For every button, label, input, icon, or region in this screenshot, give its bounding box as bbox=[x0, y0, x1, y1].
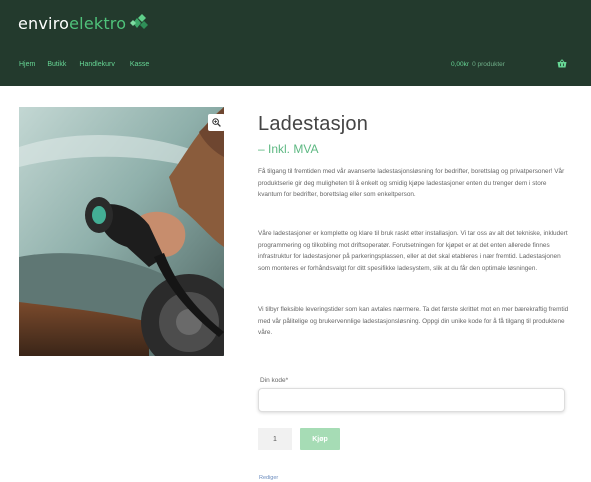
brand-logo[interactable]: enviro elektro bbox=[18, 12, 149, 34]
nav-item-hjem[interactable]: Hjem bbox=[19, 61, 35, 68]
zoom-button[interactable] bbox=[208, 114, 225, 131]
ev-charging-photo bbox=[19, 107, 224, 356]
code-field-label: Din kode* bbox=[260, 377, 289, 384]
quantity-input[interactable]: 1 bbox=[258, 428, 292, 450]
zoom-in-icon bbox=[212, 118, 221, 127]
code-input[interactable] bbox=[258, 388, 565, 412]
product-title: Ladestasjon bbox=[258, 113, 369, 135]
product-description-1: Få tilgang til fremtiden med vår avanser… bbox=[258, 168, 565, 198]
cart-summary[interactable]: 0,00kr 0 produkter bbox=[451, 61, 505, 68]
product-image[interactable] bbox=[19, 107, 224, 356]
product-description-2: Våre ladestasjoner er komplette og klare… bbox=[258, 230, 568, 272]
edit-link[interactable]: Rediger bbox=[259, 475, 278, 481]
brand-name-part2: elektro bbox=[69, 13, 127, 33]
basket-icon[interactable] bbox=[557, 59, 567, 68]
main-nav: Hjem Butikk Handlekurv Kasse bbox=[19, 61, 161, 68]
nav-item-handlekurv[interactable]: Handlekurv bbox=[79, 61, 114, 68]
brand-name-part1: enviro bbox=[18, 13, 70, 33]
cart-total-amount: 0,00kr bbox=[451, 61, 470, 68]
nav-item-kasse[interactable]: Kasse bbox=[130, 61, 149, 68]
product-price: – Inkl. MVA bbox=[258, 142, 319, 156]
product-description-3: Vi tilbyr fleksible leveringstider som k… bbox=[258, 306, 569, 336]
site-header: enviro elektro Hjem Butikk Handlekurv Kas… bbox=[0, 0, 591, 86]
nav-item-butikk[interactable]: Butikk bbox=[47, 61, 66, 68]
cart-item-count: 0 produkter bbox=[472, 61, 505, 68]
buy-button[interactable]: Kjøp bbox=[300, 428, 340, 450]
leaf-diamond-icon bbox=[130, 14, 149, 29]
